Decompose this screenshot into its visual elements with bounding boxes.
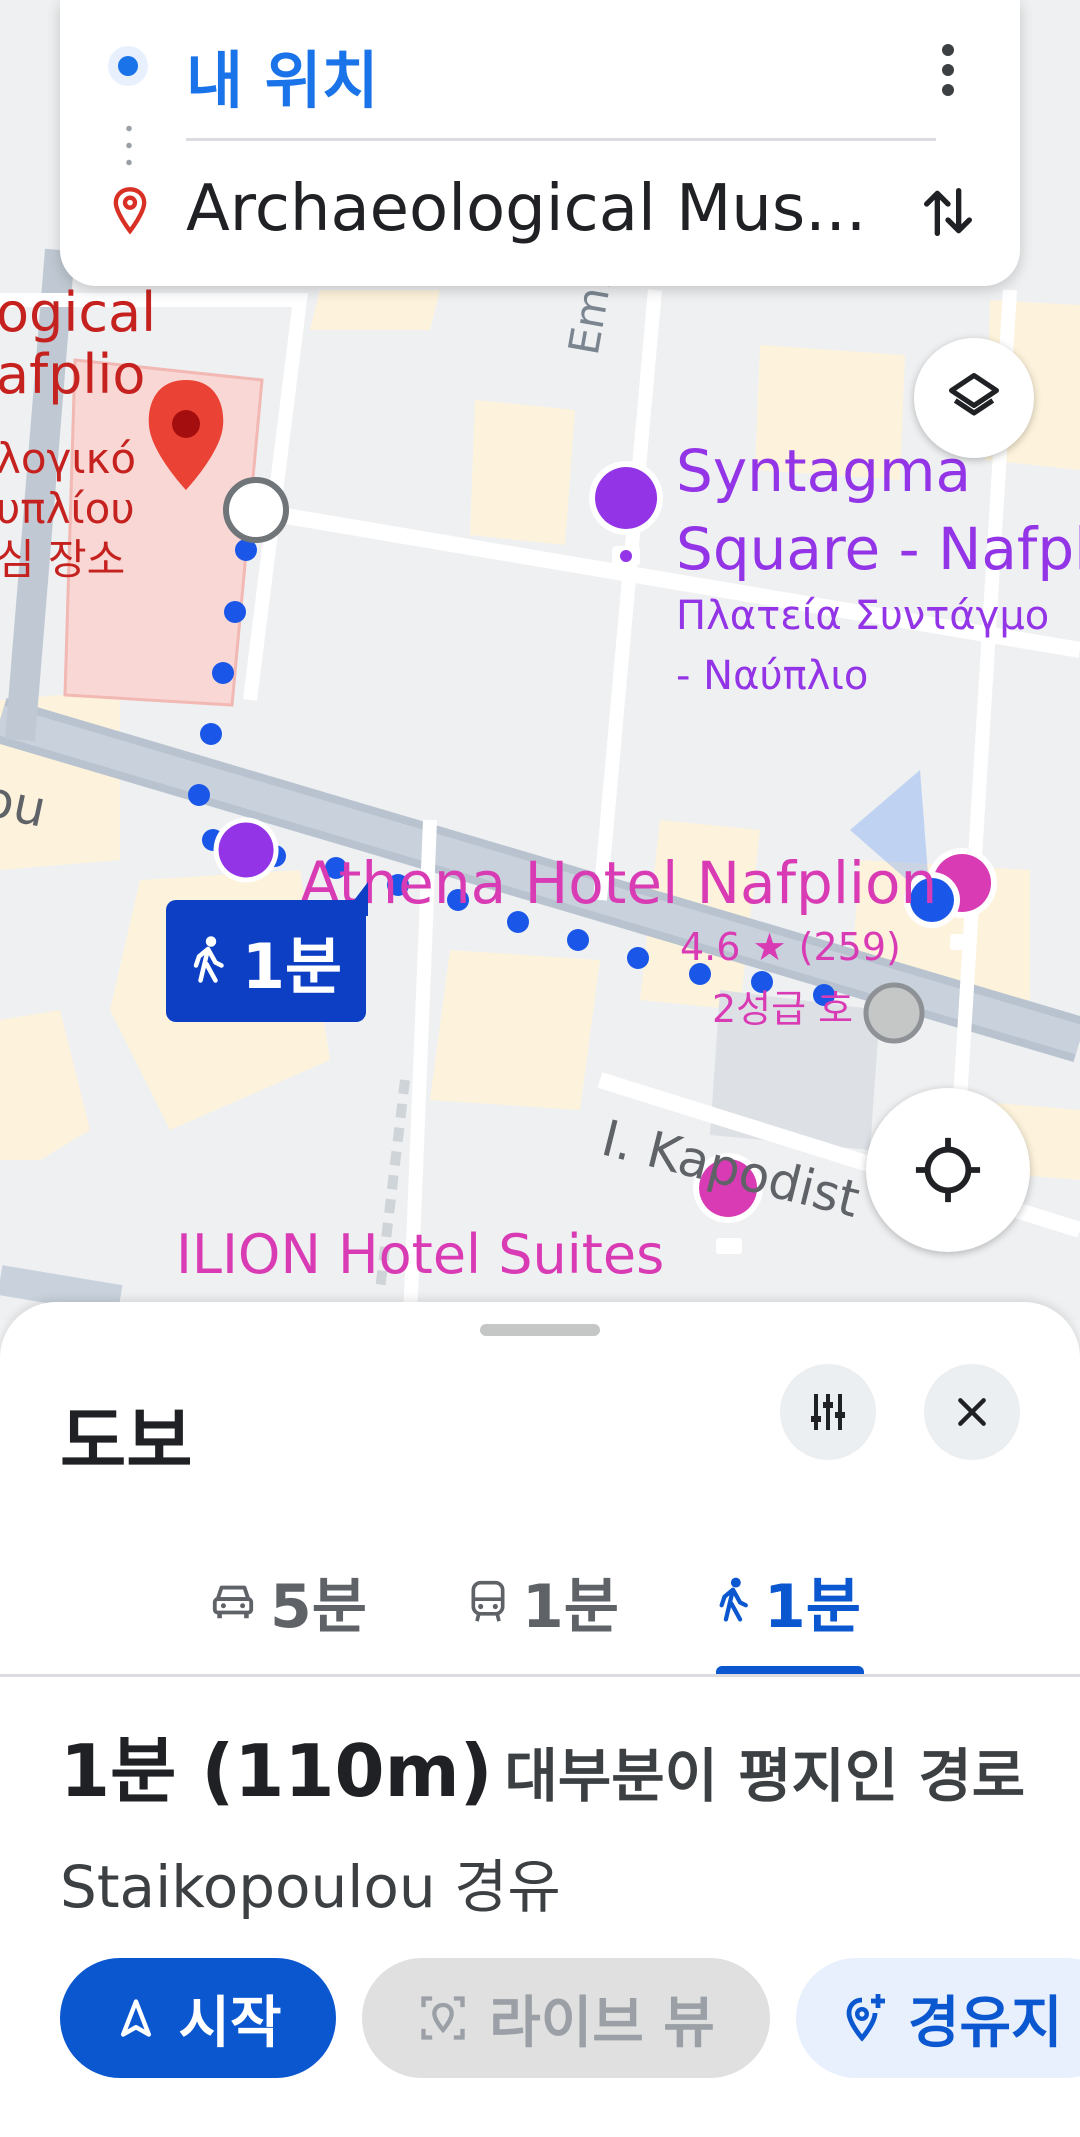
walk-icon xyxy=(193,936,224,983)
athena-hotel-label[interactable]: Athena Hotel Nafplion xyxy=(300,850,937,917)
bus-icon xyxy=(471,1580,505,1622)
museum-label-line2: afplio xyxy=(0,343,146,407)
add-waypoint-label: 경유지 xyxy=(908,1990,1063,2056)
field-divider xyxy=(186,138,936,141)
start-button[interactable]: 시작 xyxy=(60,1958,336,2078)
tab-transit[interactable]: 1분 xyxy=(468,1528,619,1674)
live-view-button[interactable]: 라이브 뷰 xyxy=(362,1958,770,2078)
museum-greek-line2: υπλίου xyxy=(0,484,135,534)
directions-bottom-sheet: 도보 5분 1분 1분 1분 (110m) 대부분이 평지인 경로 Staiko… xyxy=(0,1302,1080,2137)
tune-icon xyxy=(811,1394,845,1430)
syntagma-map-sublabel: Πλατεία Συντάγμο - Ναύπλιο xyxy=(676,586,1049,706)
tab-walking-label: 1분 xyxy=(764,1571,861,1642)
museum-map-label[interactable]: ogical afplio xyxy=(0,281,157,407)
route-connector-dots xyxy=(126,120,132,172)
syntagma-greek-line1: Πλατεία Συντάγμο xyxy=(676,593,1050,639)
athena-hotel-rating: 4.6 ★ (259) xyxy=(680,925,901,969)
tab-walking[interactable]: 1분 xyxy=(716,1528,861,1674)
directions-search-card: 내 위치 Archaeological Mus... xyxy=(60,0,1020,286)
route-duration-badge[interactable]: 1분 xyxy=(166,882,368,1022)
museum-map-sublabel: λογικό υπλίου 심 장소 xyxy=(0,434,136,585)
close-button[interactable] xyxy=(924,1364,1020,1460)
ilion-hotel-label[interactable]: ILION Hotel Suites xyxy=(176,1223,664,1286)
route-time-distance: 1분 (110m) xyxy=(60,1729,493,1813)
route-options-button[interactable] xyxy=(780,1364,876,1460)
crosshair-icon xyxy=(915,1137,981,1203)
add-waypoint-button[interactable]: 경유지 xyxy=(796,1958,1080,2078)
live-view-icon xyxy=(421,1996,465,2040)
origin-field[interactable]: 내 위치 xyxy=(186,30,379,120)
map-layers-button[interactable] xyxy=(914,338,1034,458)
start-button-label: 시작 xyxy=(178,1990,282,2056)
destination-field[interactable]: Archaeological Mus... xyxy=(186,172,866,246)
museum-label-line1: ogical xyxy=(0,281,157,344)
travel-mode-title: 도보 xyxy=(60,1399,193,1483)
tab-transit-label: 1분 xyxy=(522,1571,619,1642)
syntagma-greek-line2: - Ναύπλιο xyxy=(676,653,869,699)
syntagma-line2: Square - Nafpl xyxy=(676,515,1080,584)
walk-icon xyxy=(719,1577,748,1622)
athena-hotel-class: 2성급 호 xyxy=(712,987,854,1031)
route-via: Staikopoulou 경유 xyxy=(60,1853,561,1921)
layers-icon xyxy=(949,373,999,416)
tab-driving[interactable]: 5분 xyxy=(210,1528,367,1674)
travel-mode-tabs: 5분 1분 1분 xyxy=(0,1528,1080,1674)
live-view-button-label: 라이브 뷰 xyxy=(489,1990,715,2056)
tabs-divider xyxy=(0,1674,1080,1677)
route-duration-text: 1분 xyxy=(241,930,343,1003)
route-summary[interactable]: 1분 (110m) 대부분이 평지인 경로 xyxy=(60,1712,1025,1817)
route-description: 대부분이 평지인 경로 xyxy=(504,1742,1026,1810)
destination-pin-icon xyxy=(113,187,147,235)
more-options-icon[interactable] xyxy=(928,40,968,100)
car-icon xyxy=(212,1585,254,1619)
add-location-icon xyxy=(846,1994,885,2042)
close-icon xyxy=(958,1398,986,1426)
swap-icon[interactable] xyxy=(916,180,980,244)
museum-kor-line: 심 장소 xyxy=(0,534,126,584)
navigation-arrow-icon xyxy=(121,1999,152,2037)
tab-driving-label: 5분 xyxy=(270,1571,367,1642)
syntagma-line1: Syntagma xyxy=(676,437,972,505)
syntagma-map-label[interactable]: Syntagma Square - Nafpl xyxy=(676,432,1080,589)
origin-dot-icon xyxy=(108,46,148,86)
drag-handle[interactable] xyxy=(480,1324,600,1336)
museum-greek-line1: λογικό xyxy=(0,434,137,483)
my-location-button[interactable] xyxy=(866,1088,1030,1252)
